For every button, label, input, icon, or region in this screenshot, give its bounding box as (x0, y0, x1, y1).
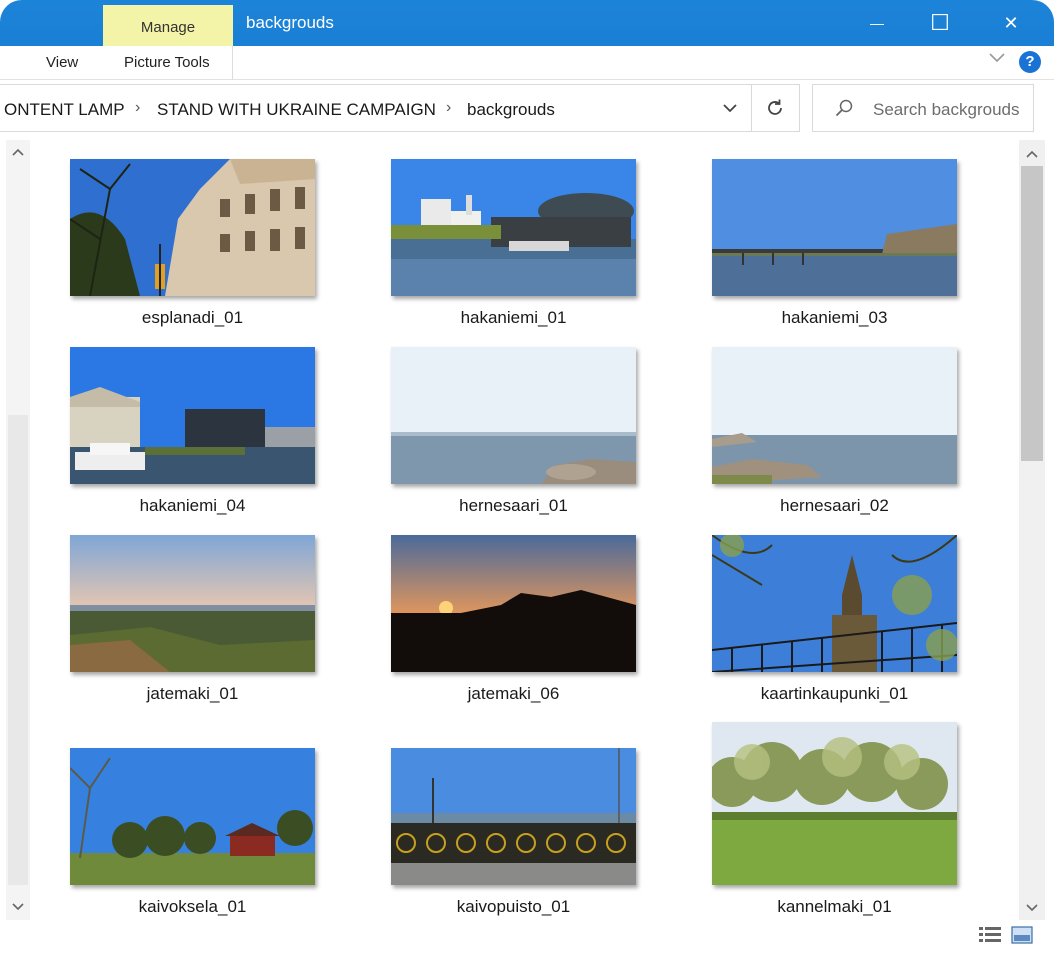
file-name: kaivoksela_01 (138, 897, 247, 916)
minimize-button[interactable]: — (852, 0, 902, 46)
file-name: hakaniemi_04 (139, 496, 246, 515)
help-icon[interactable]: ? (1019, 51, 1041, 73)
breadcrumb-content-lamp[interactable]: ONTENT LAMP (4, 100, 125, 120)
tab-manage[interactable]: Manage (103, 5, 233, 46)
nav-scroll-down-icon[interactable] (6, 897, 30, 917)
file-name: jatemaki_06 (467, 684, 560, 703)
ribbon: View Picture Tools ? (0, 46, 1054, 80)
address-bar[interactable]: ONTENT LAMP › STAND WITH UKRAINE CAMPAIG… (0, 84, 800, 132)
file-name: kaartinkaupunki_01 (760, 684, 909, 703)
image-thumbnail (391, 535, 636, 672)
breadcrumb-separator-icon[interactable]: › (135, 99, 140, 117)
navigation-pane-scroll-thumb[interactable] (8, 415, 28, 885)
maximize-icon: ☐ (930, 10, 950, 35)
image-thumbnail (70, 347, 315, 484)
image-thumbnail (70, 748, 315, 885)
minimize-icon: — (870, 15, 884, 31)
image-thumbnail (712, 722, 957, 885)
image-thumbnail (70, 159, 315, 296)
nav-scroll-up-icon[interactable] (6, 142, 30, 162)
file-name: jatemaki_01 (146, 684, 239, 703)
tab-picture-tools[interactable]: Picture Tools (124, 54, 210, 71)
maximize-button[interactable]: ☐ (915, 0, 965, 46)
search-icon (835, 99, 853, 117)
ribbon-divider (232, 46, 233, 80)
image-thumbnail (391, 748, 636, 885)
image-thumbnail (70, 535, 315, 672)
ribbon-expand-chevron-icon[interactable] (988, 50, 1006, 66)
file-name: hakaniemi_01 (460, 308, 567, 327)
file-name: esplanadi_01 (141, 308, 244, 327)
vertical-scroll-thumb[interactable] (1021, 166, 1043, 461)
file-name: hernesaari_02 (780, 496, 889, 515)
tab-view[interactable]: View (46, 54, 78, 71)
window-title: backgrouds (246, 13, 334, 32)
scroll-down-icon[interactable] (1019, 896, 1045, 920)
close-icon: ✕ (1003, 12, 1019, 33)
refresh-button[interactable] (752, 85, 798, 131)
search-input[interactable]: Search backgrouds (873, 100, 1019, 120)
details-view-icon[interactable] (979, 926, 1001, 944)
file-name: kannelmaki_01 (777, 897, 892, 916)
close-button[interactable]: ✕ (986, 0, 1036, 46)
image-thumbnail (712, 159, 957, 296)
image-thumbnail (391, 347, 636, 484)
chevron-down-icon (722, 104, 737, 113)
file-name: hernesaari_01 (459, 496, 568, 515)
breadcrumb-stand-with-ukraine[interactable]: STAND WITH UKRAINE CAMPAIGN (157, 100, 436, 120)
file-name: kaivopuisto_01 (456, 897, 571, 916)
search-box[interactable]: Search backgrouds (812, 84, 1034, 132)
image-thumbnail (391, 159, 636, 296)
refresh-icon (768, 99, 782, 115)
breadcrumb-separator-icon[interactable]: › (446, 99, 451, 117)
file-name: hakaniemi_03 (781, 308, 888, 327)
scroll-up-icon[interactable] (1019, 142, 1045, 166)
large-icons-view-icon[interactable] (1011, 926, 1033, 944)
image-thumbnail (712, 347, 957, 484)
image-thumbnail (712, 535, 957, 672)
breadcrumb-backgrouds[interactable]: backgrouds (467, 100, 555, 120)
address-history-dropdown[interactable] (708, 85, 752, 131)
